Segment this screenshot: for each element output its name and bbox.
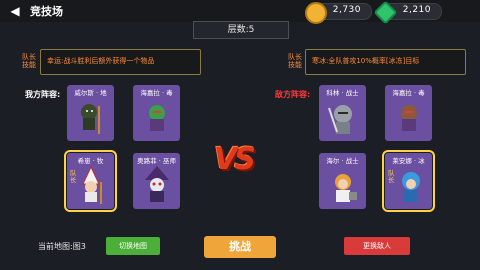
back-arrow-icon[interactable]: ◀: [8, 4, 22, 18]
ally-skill-box: 幸运:战斗胜利后额外获得一个物品: [40, 49, 201, 75]
gold-counter: 2,730: [305, 2, 372, 24]
hero-portrait-icon: [149, 105, 165, 131]
change-enemy-button[interactable]: 更换敌人: [344, 237, 410, 255]
ally-hero-card-1[interactable]: 威尔斯 · 地: [67, 85, 114, 141]
ally-hero-card-4[interactable]: 奥路菲 · 巫师: [133, 153, 180, 209]
hero-portrait-icon: [402, 172, 420, 202]
ally-skill-text: 幸运:战斗胜利后额外获得一个物品: [47, 57, 155, 65]
enemy-hero-card-4[interactable]: 莱安娜 · 冰 队长: [382, 150, 435, 212]
ally-hero-card-3[interactable]: 希崽 · 牧 队长: [64, 150, 117, 212]
hero-portrait-icon: [335, 174, 357, 202]
ally-lineup-label: 我方阵容:: [25, 90, 61, 99]
hero-portrait-icon: [82, 165, 102, 204]
enemy-skill-tag: 队长技能: [288, 53, 302, 69]
fight-button[interactable]: 挑战: [204, 236, 276, 258]
enemy-lineup-label: 敌方阵容:: [275, 90, 311, 99]
floor-indicator: 层数:5: [193, 21, 289, 39]
enemy-skill-text: 寒冰:全队普攻10%概率[冰冻]目标: [312, 57, 420, 65]
page-title: 竞技场: [30, 5, 63, 18]
ally-skill-tag: 队长技能: [22, 53, 36, 69]
enemy-hero-card-1[interactable]: 科林 · 战士: [319, 85, 366, 141]
gold-value: 2,730: [332, 5, 361, 15]
switch-map-button[interactable]: 切换地图: [106, 237, 160, 255]
enemy-hero-card-3[interactable]: 海尔 · 战士: [319, 153, 366, 209]
gem-counter: 2,210: [373, 0, 442, 25]
hero-portrait-icon: [145, 166, 169, 202]
gem-value: 2,210: [402, 5, 431, 15]
enemy-hero-card-2[interactable]: 海嘉拉 · 毒: [385, 85, 432, 141]
hero-portrait-icon: [328, 105, 352, 134]
versus-emblem: VS: [214, 142, 256, 177]
ally-hero-card-2[interactable]: 海嘉拉 · 毒: [133, 85, 180, 141]
current-map-label: 当前地图:图3: [38, 242, 86, 251]
enemy-skill-box: 寒冰:全队普攻10%概率[冰冻]目标: [305, 49, 466, 75]
hero-portrait-icon: [81, 104, 100, 134]
gold-coin-icon: [305, 2, 327, 24]
hero-portrait-icon: [401, 105, 417, 131]
